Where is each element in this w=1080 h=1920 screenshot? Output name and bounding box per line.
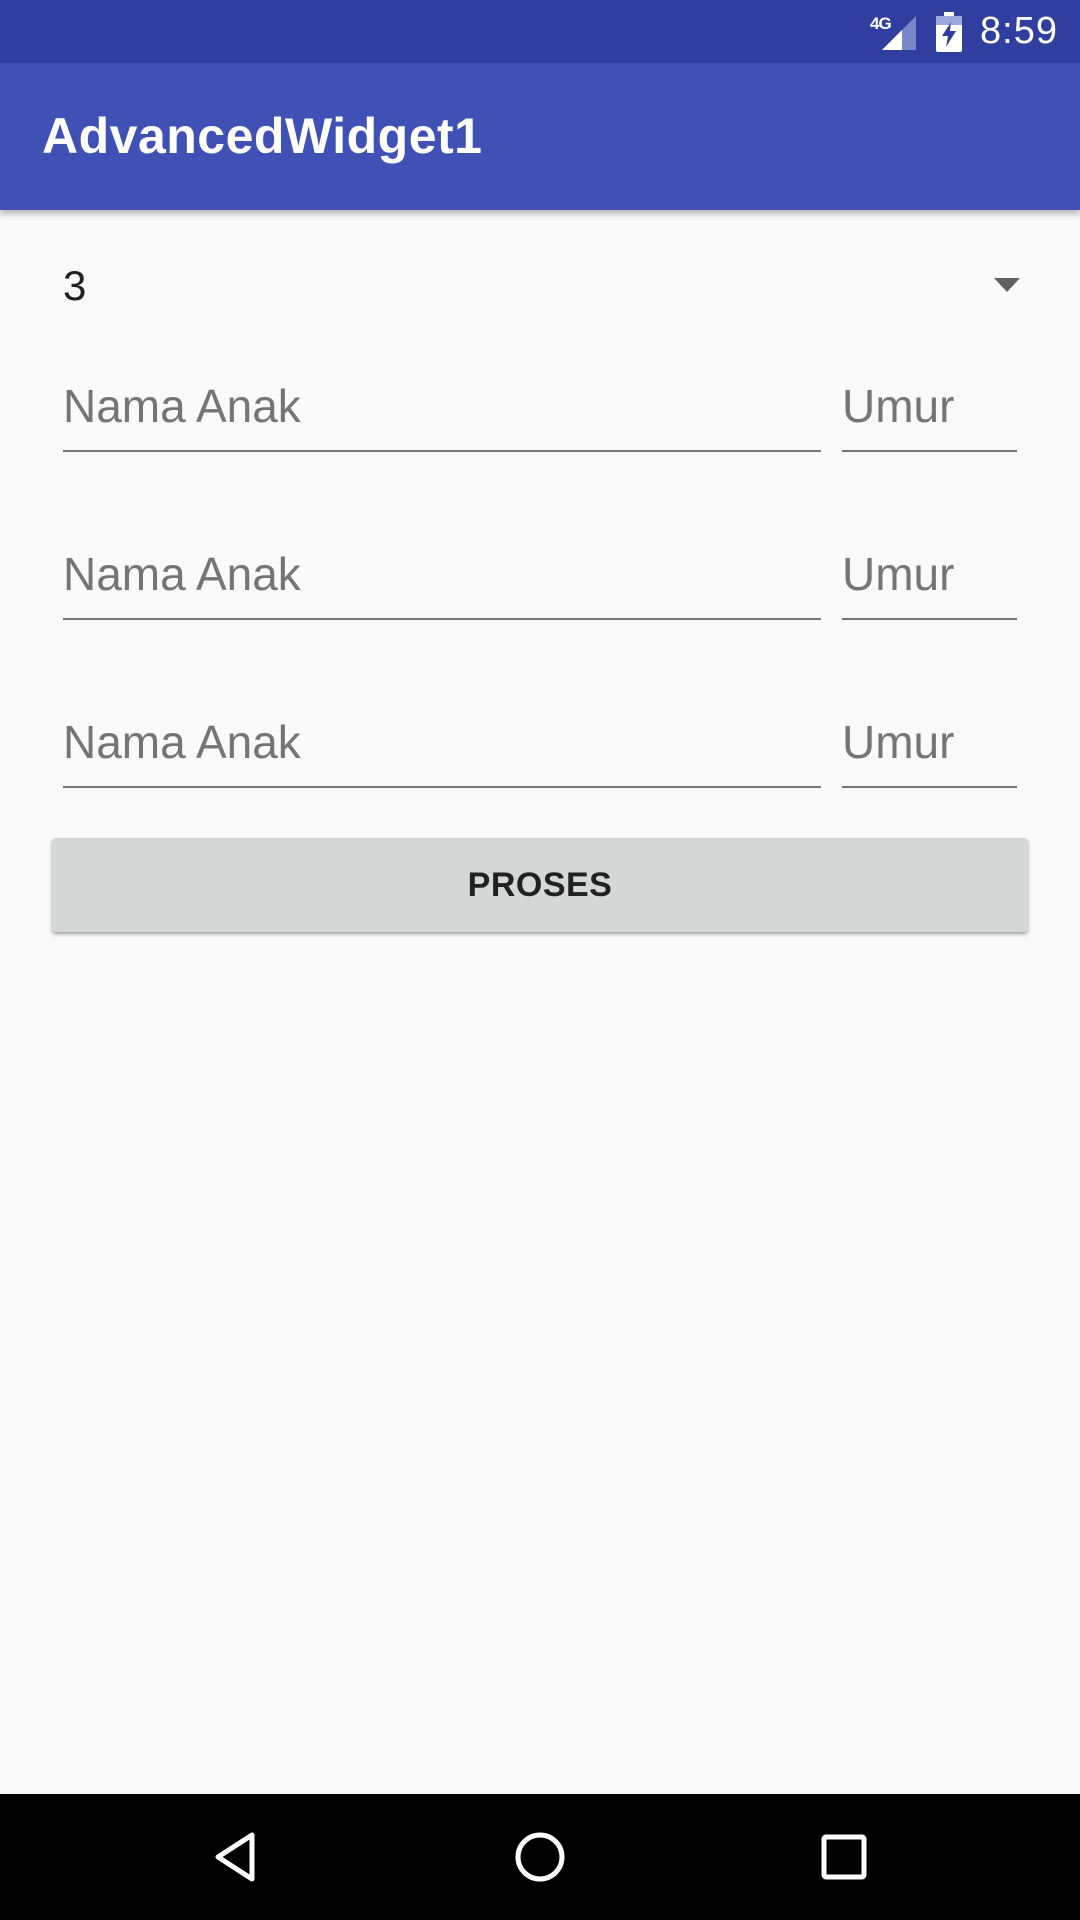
child-age-input[interactable]: [842, 698, 1017, 788]
child-row: [0, 362, 1080, 452]
status-bar: 4G 8:59: [0, 0, 1080, 63]
app-bar: AdvancedWidget1: [0, 63, 1080, 210]
back-icon: [215, 1832, 255, 1882]
back-button[interactable]: [176, 1794, 296, 1920]
app-title: AdvancedWidget1: [42, 108, 483, 164]
home-button[interactable]: [480, 1794, 600, 1920]
cell-signal-icon: [882, 15, 917, 50]
dropdown-arrow-icon: [994, 278, 1020, 292]
child-name-input[interactable]: [63, 698, 821, 788]
home-icon: [515, 1832, 565, 1882]
proses-button[interactable]: PROSES: [52, 838, 1028, 932]
child-age-input[interactable]: [842, 362, 1017, 452]
child-row: [0, 530, 1080, 620]
recent-apps-icon: [821, 1834, 867, 1880]
network-indicator: 4G: [870, 12, 918, 52]
child-age-input[interactable]: [842, 530, 1017, 620]
battery-charging-icon: [936, 11, 963, 52]
status-time: 8:59: [980, 10, 1058, 52]
child-name-input[interactable]: [63, 362, 821, 452]
child-name-input[interactable]: [63, 530, 821, 620]
recent-apps-button[interactable]: [784, 1794, 904, 1920]
status-icons: 4G 8:59: [870, 0, 1058, 63]
child-row: [0, 698, 1080, 788]
spinner-selected-value: 3: [63, 262, 87, 309]
navigation-bar: [0, 1794, 1080, 1920]
child-count-spinner[interactable]: 3: [42, 250, 1038, 322]
